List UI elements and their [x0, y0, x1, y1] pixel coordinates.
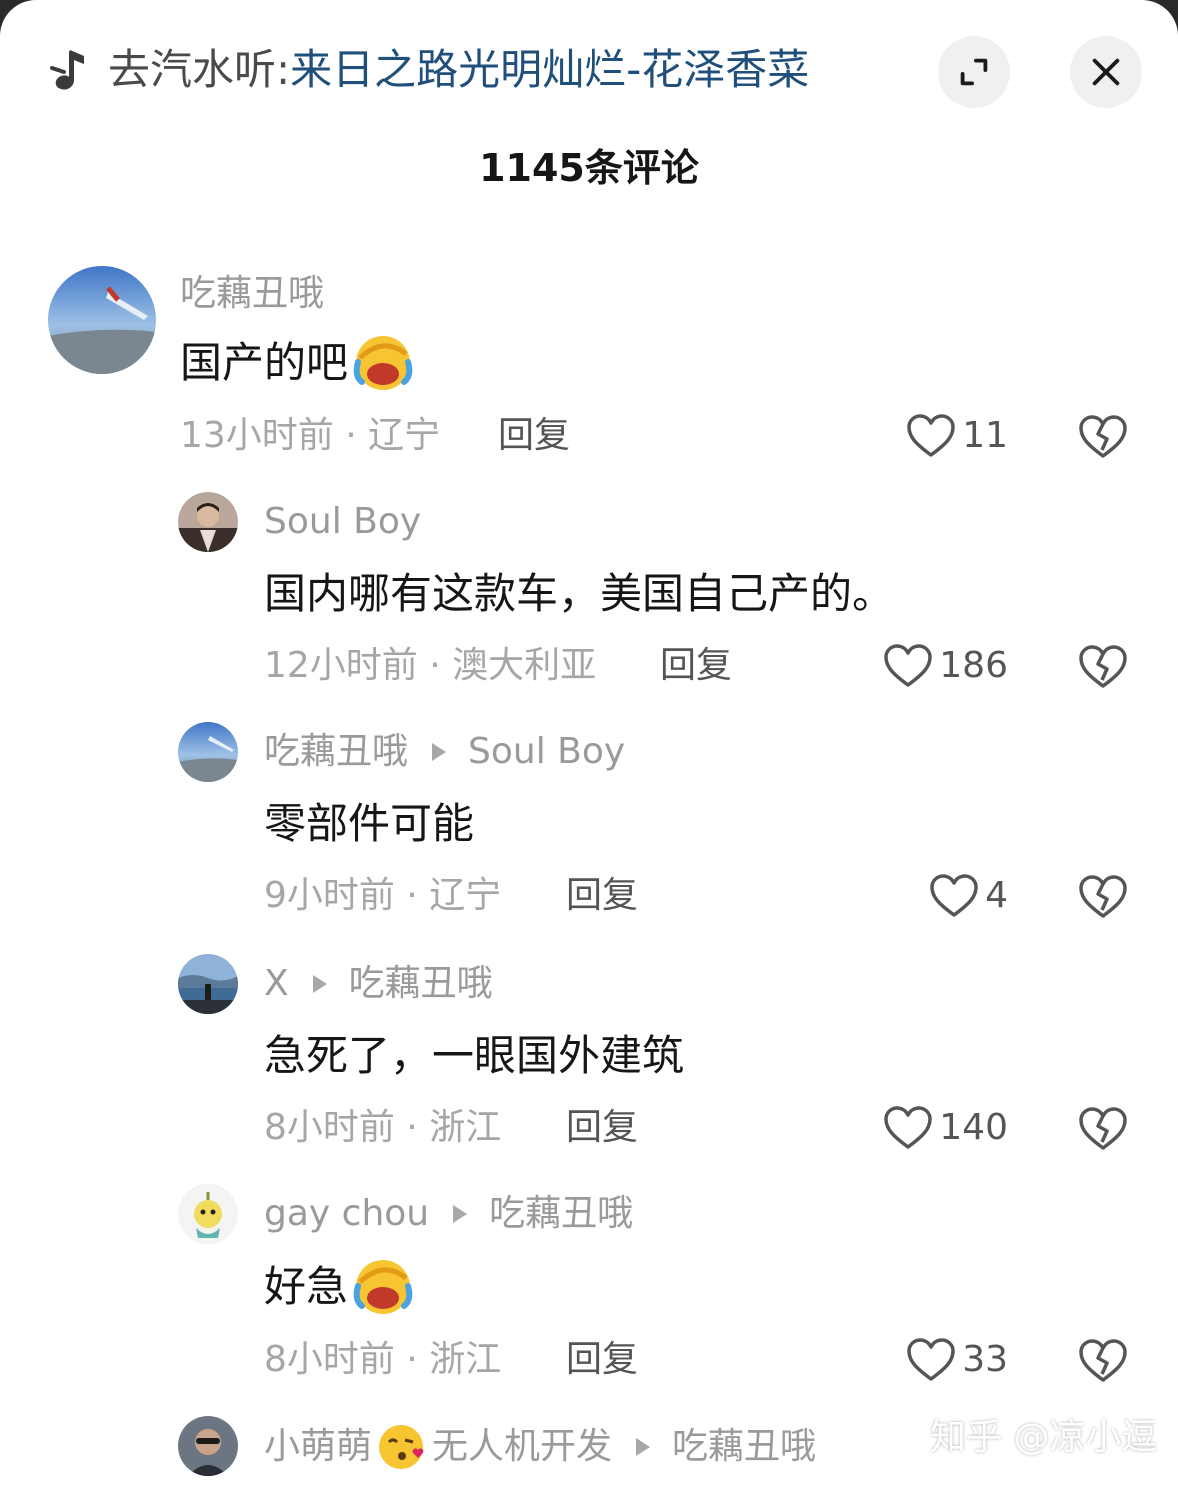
reply-arrow-icon — [312, 975, 327, 993]
avatar[interactable] — [178, 1184, 238, 1244]
reply-to-username[interactable]: 吃藕丑哦 — [489, 1190, 633, 1238]
reply-arrow-icon — [453, 1205, 468, 1223]
watermark: 知乎 @凉小逗 — [930, 1417, 1158, 1458]
comment-time-location: 8小时前 · 浙江 — [264, 1339, 502, 1380]
comment-text: 国内哪有这款车，美国自己产的。 — [264, 569, 895, 618]
comment-item: 吃藕丑哦 Soul Boy 零部件可能 9小时前 · 辽宁 回复 4 — [0, 722, 1178, 922]
reply-to-username[interactable]: Soul Boy — [468, 728, 625, 776]
kissing-face-emoji-icon — [379, 1425, 424, 1469]
heart-icon — [907, 414, 955, 457]
laughing-crying-emoji-icon — [353, 336, 413, 390]
top-bar: 去汽水听:来日之路光明灿烂-花泽香菜 — [0, 0, 1178, 140]
comment-text-body: 好急 — [264, 1262, 349, 1311]
reply-to-username[interactable]: 吃藕丑哦 — [349, 960, 493, 1008]
close-icon — [1092, 58, 1120, 86]
song-title[interactable]: 来日之路光明灿烂-花泽香菜 — [290, 45, 809, 94]
reply-button[interactable]: 回复 — [566, 1104, 638, 1152]
broken-heart-icon[interactable] — [1078, 1336, 1128, 1384]
comment-username[interactable]: 吃藕丑哦 — [264, 728, 408, 776]
reply-arrow-icon — [636, 1438, 651, 1456]
song-link[interactable]: 去汽水听:来日之路光明灿烂-花泽香菜 — [108, 42, 809, 98]
reply-button[interactable]: 回复 — [566, 1336, 638, 1384]
comment-username[interactable]: X — [264, 960, 289, 1008]
comment-text-body: 国产的吧 — [180, 338, 349, 387]
comment-sheet: 去汽水听:来日之路光明灿烂-花泽香菜 1145条评论 吃藕丑哦 国产的吧 13小… — [0, 0, 1178, 1486]
comment-username-line: 吃藕丑哦 Soul Boy — [264, 728, 625, 776]
like-count: 4 — [985, 875, 1008, 916]
broken-heart-icon[interactable] — [1078, 412, 1128, 460]
avatar[interactable] — [178, 1416, 238, 1476]
like-button[interactable]: 140 — [883, 1104, 1008, 1152]
comment-username-part1[interactable]: 小萌萌 — [264, 1423, 372, 1471]
comment-text: 零部件可能 — [264, 799, 475, 848]
like-count: 33 — [962, 1339, 1008, 1380]
avatar[interactable] — [48, 266, 156, 374]
comment-time-location: 12小时前 · 澳大利亚 — [264, 645, 597, 686]
reply-button[interactable]: 回复 — [566, 872, 638, 920]
reply-button[interactable]: 回复 — [498, 412, 570, 460]
comment-username[interactable]: gay chou — [264, 1190, 429, 1238]
laughing-crying-emoji-icon — [353, 1260, 413, 1314]
comment-username[interactable]: Soul Boy — [264, 498, 421, 546]
like-button[interactable]: 186 — [883, 642, 1008, 690]
comment-username[interactable]: 吃藕丑哦 — [180, 270, 324, 318]
broken-heart-icon[interactable] — [1078, 872, 1128, 920]
comment-text: 急死了，一眼国外建筑 — [264, 1031, 685, 1080]
comment-username-line: X 吃藕丑哦 — [264, 960, 493, 1008]
comment-text: 好急 — [264, 1256, 414, 1318]
like-count: 186 — [939, 645, 1008, 686]
comment-text: 国产的吧 — [180, 332, 414, 394]
like-button[interactable]: 33 — [906, 1336, 1008, 1384]
close-button[interactable] — [1070, 36, 1142, 108]
like-button[interactable]: 4 — [929, 872, 1008, 920]
comment-item: X 吃藕丑哦 急死了，一眼国外建筑 8小时前 · 浙江 回复 140 — [0, 954, 1178, 1154]
heart-icon — [907, 1338, 955, 1381]
comment-time-location: 8小时前 · 浙江 — [264, 1107, 502, 1148]
music-note-icon — [50, 46, 94, 94]
comment-time-location: 13小时前 · 辽宁 — [180, 415, 441, 456]
song-prefix: 去汽水听: — [108, 45, 291, 94]
heart-icon — [884, 644, 933, 687]
comment-time-location: 9小时前 · 辽宁 — [264, 875, 502, 916]
avatar[interactable] — [178, 492, 238, 552]
comment-item: gay chou 吃藕丑哦 好急 8小时前 · 浙江 回复 33 — [0, 1184, 1178, 1384]
comment-item: 吃藕丑哦 国产的吧 13小时前 · 辽宁 回复 11 — [0, 266, 1178, 466]
comment-item: Soul Boy 国内哪有这款车，美国自己产的。 12小时前 · 澳大利亚 回复… — [0, 492, 1178, 692]
broken-heart-icon[interactable] — [1078, 1104, 1128, 1152]
heart-icon — [930, 874, 978, 917]
comment-username-line: gay chou 吃藕丑哦 — [264, 1190, 633, 1238]
avatar[interactable] — [178, 954, 238, 1014]
avatar[interactable] — [178, 722, 238, 782]
like-count: 11 — [962, 415, 1008, 456]
heart-icon — [884, 1106, 933, 1149]
reply-to-username[interactable]: 吃藕丑哦 — [672, 1423, 816, 1471]
expand-button[interactable] — [938, 36, 1010, 108]
comment-count-title: 1145条评论 — [479, 146, 699, 190]
broken-heart-icon[interactable] — [1078, 642, 1128, 690]
reply-arrow-icon — [432, 743, 447, 761]
reply-button[interactable]: 回复 — [660, 642, 732, 690]
like-button[interactable]: 11 — [906, 412, 1008, 460]
like-count: 140 — [939, 1107, 1008, 1148]
comment-username-part2[interactable]: 无人机开发 — [432, 1423, 612, 1471]
comment-username-line: 小萌萌 无人机开发 吃藕丑哦 — [264, 1422, 816, 1472]
expand-icon — [960, 58, 988, 86]
